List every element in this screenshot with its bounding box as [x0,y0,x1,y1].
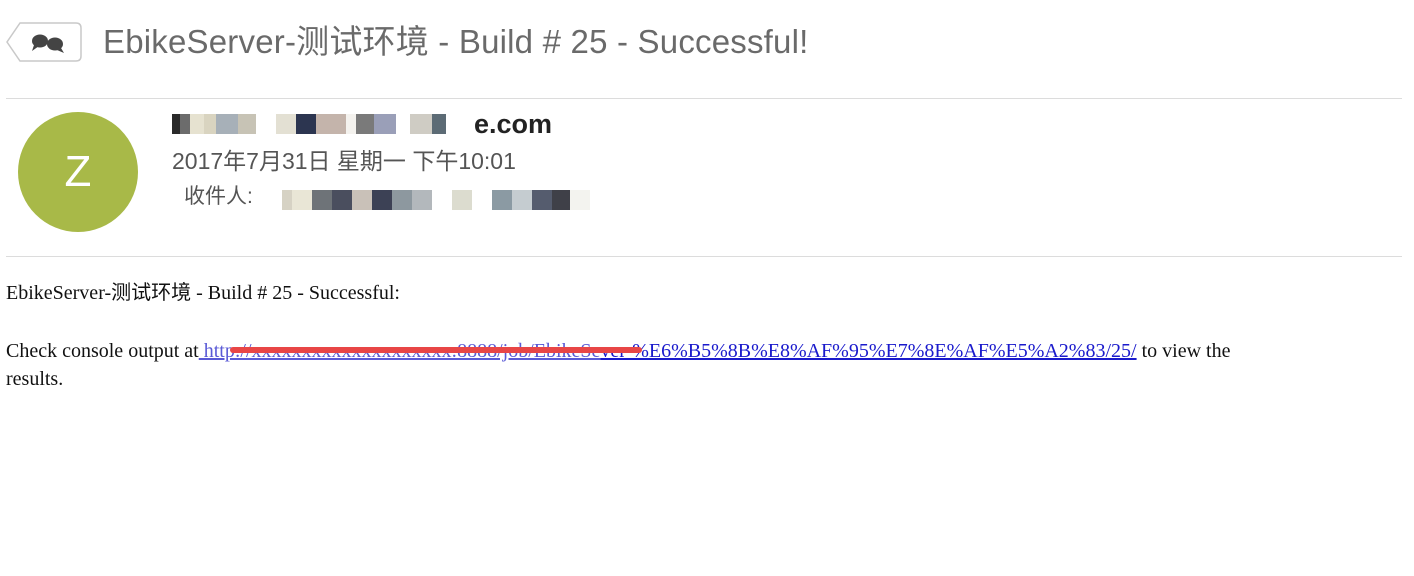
conversation-button[interactable] [6,22,82,62]
redaction-strike [230,347,642,353]
sender-email-text: e.com [474,109,553,139]
redacted-recipient-pixels [282,190,590,210]
console-link[interactable]: ver-%E6%B5%8B%E8%AF%95%E7%8E%AF%E5%A2%83… [600,340,1136,362]
email-subject: EbikeServer-测试环境 - Build # 25 - Successf… [103,23,809,60]
sender-avatar: Z [18,112,138,232]
header-divider [6,98,1402,99]
message-header: EbikeServer-测试环境 - Build # 25 - Successf… [0,0,1414,96]
sender-email[interactable]: e.com [172,108,552,140]
console-suffix: to view the [1136,340,1231,362]
redacted-sender-pixels [172,114,446,134]
body-line-build-status: EbikeServer-测试环境 - Build # 25 - Successf… [6,282,400,304]
body-line-results: results. [6,368,64,390]
speech-bubbles-icon [32,34,64,53]
email-date: 2017年7月31日 星期一 下午10:01 [172,148,516,174]
body-divider [6,256,1402,257]
recipient-label: 收件人: [184,185,253,208]
console-prefix: Check console output at [6,340,199,362]
